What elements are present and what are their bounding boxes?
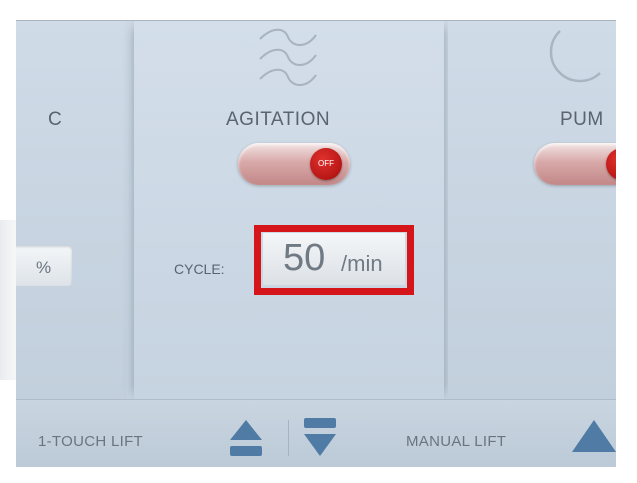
percent-unit: %: [36, 258, 52, 277]
highlight-box: [254, 225, 414, 295]
pump-label: PUM: [560, 109, 604, 130]
waves-icon: [259, 28, 317, 86]
one-touch-lift-label: 1-TOUCH LIFT: [38, 433, 143, 450]
left-panel-label: C: [48, 109, 63, 130]
manual-lift-label: MANUAL LIFT: [406, 433, 507, 450]
agitation-label: AGITATION: [226, 109, 331, 130]
eject-down-icon[interactable]: [302, 418, 338, 462]
eject-up-icon[interactable]: [228, 418, 264, 462]
lift-divider: [288, 420, 289, 456]
control-screen: C ) % AGITATION PUM OFF C CYCLE: 50 /min: [16, 20, 616, 467]
lift-bar: 1-TOUCH LIFT MANUAL LIFT: [16, 399, 616, 467]
percent-input[interactable]: ) %: [16, 246, 72, 286]
agitation-panel: AGITATION: [134, 21, 444, 399]
pump-panel: PUM: [448, 21, 616, 399]
circle-arc-icon: [549, 30, 601, 83]
left-panel: C ) %: [16, 21, 126, 399]
agitation-toggle[interactable]: OFF: [238, 143, 350, 185]
triangle-up-icon[interactable]: [572, 418, 616, 454]
toggle-knob: OFF: [310, 148, 342, 180]
pump-toggle[interactable]: C: [534, 143, 616, 185]
pump-toggle-knob: C: [606, 148, 616, 180]
cycle-label: CYCLE:: [174, 261, 225, 277]
